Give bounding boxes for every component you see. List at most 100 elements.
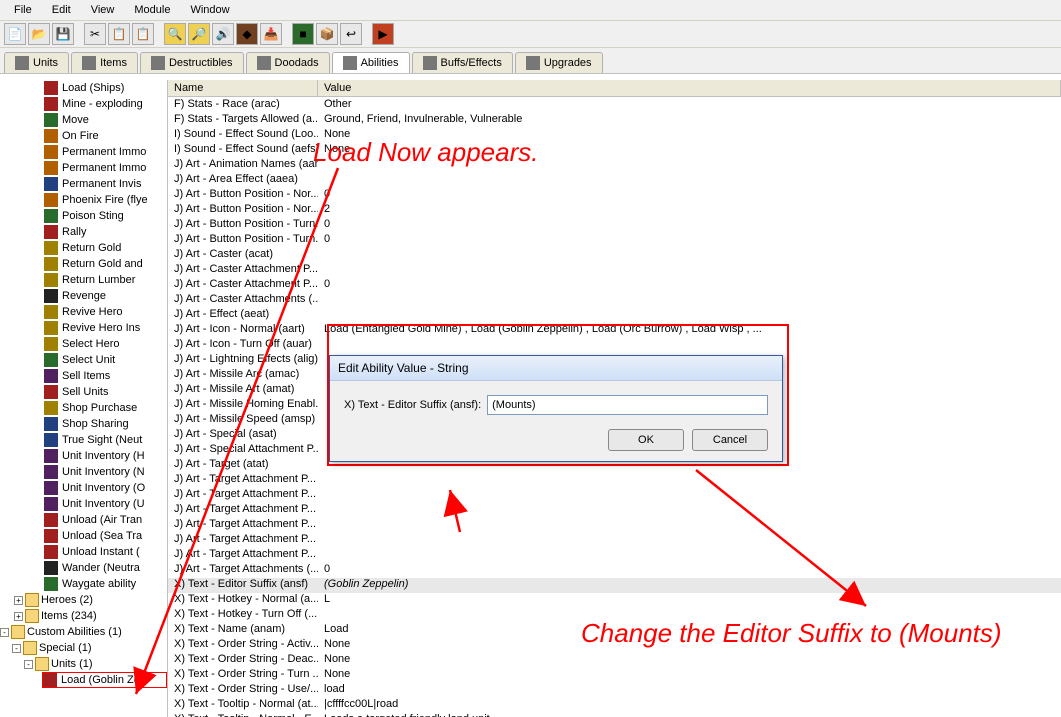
tree-item[interactable]: Revive Hero Ins <box>44 320 167 336</box>
tree-item[interactable]: Shop Sharing <box>44 416 167 432</box>
tree-item[interactable]: Select Unit <box>44 352 167 368</box>
tree-item[interactable]: Revive Hero <box>44 304 167 320</box>
tree-item[interactable]: Unit Inventory (H <box>44 448 167 464</box>
grid-row[interactable]: J) Art - Caster Attachments (... <box>168 293 1061 308</box>
grid-row[interactable]: J) Art - Target Attachment P... <box>168 473 1061 488</box>
terrain-icon[interactable]: ■ <box>292 23 314 45</box>
editor-suffix-input[interactable] <box>487 395 768 415</box>
tree-item[interactable]: Wander (Neutra <box>44 560 167 576</box>
grid-row[interactable]: J) Art - Icon - Normal (aart)Load (Entan… <box>168 323 1061 338</box>
grid-row[interactable]: I) Sound - Effect Sound (aefs)None <box>168 143 1061 158</box>
grid-row[interactable]: J) Art - Target Attachment P... <box>168 533 1061 548</box>
tree-item[interactable]: Unload (Air Tran <box>44 512 167 528</box>
tree-folder[interactable]: +Items (234) <box>14 608 167 624</box>
tree-item[interactable]: Unit Inventory (U <box>44 496 167 512</box>
grid-row[interactable]: J) Art - Area Effect (aaea) <box>168 173 1061 188</box>
tree-item[interactable]: Permanent Immo <box>44 144 167 160</box>
grid-row[interactable]: J) Art - Button Position - Nor...2 <box>168 203 1061 218</box>
tree-item[interactable]: Sell Items <box>44 368 167 384</box>
tab-abilities[interactable]: Abilities <box>332 52 410 73</box>
grid-row[interactable]: J) Art - Target Attachment P... <box>168 548 1061 563</box>
grid-row[interactable]: X) Text - Order String - Use/...load <box>168 683 1061 698</box>
tab-units[interactable]: Units <box>4 52 69 73</box>
tree-item[interactable]: Return Gold and <box>44 256 167 272</box>
save-icon[interactable]: 💾 <box>52 23 74 45</box>
find-next-icon[interactable]: 🔎 <box>188 23 210 45</box>
tree-item[interactable]: Unload Instant ( <box>44 544 167 560</box>
tree-item[interactable]: Unload (Sea Tra <box>44 528 167 544</box>
grid-row[interactable]: J) Art - Animation Names (aani) <box>168 158 1061 173</box>
grid-row[interactable]: J) Art - Icon - Turn Off (auar) <box>168 338 1061 353</box>
tree-folder-units[interactable]: -Units (1) <box>24 656 167 672</box>
tree-item-selected[interactable]: Load (Goblin Ze <box>42 672 167 688</box>
expand-icon[interactable]: - <box>12 644 21 653</box>
tree-item[interactable]: Shop Purchase <box>44 400 167 416</box>
tab-upgrades[interactable]: Upgrades <box>515 52 603 73</box>
tree-item[interactable]: On Fire <box>44 128 167 144</box>
tree-item[interactable]: Phoenix Fire (flye <box>44 192 167 208</box>
object-icon[interactable]: ◆ <box>236 23 258 45</box>
model-icon[interactable]: 📦 <box>316 23 338 45</box>
grid-row[interactable]: J) Art - Caster (acat) <box>168 248 1061 263</box>
menu-window[interactable]: Window <box>180 2 239 18</box>
tab-buffs[interactable]: Buffs/Effects <box>412 52 513 73</box>
tree-folder-custom[interactable]: -Custom Abilities (1) <box>0 624 167 640</box>
import-icon[interactable]: 📥 <box>260 23 282 45</box>
menu-view[interactable]: View <box>81 2 125 18</box>
tree-folder[interactable]: +Heroes (2) <box>14 592 167 608</box>
new-icon[interactable]: 📄 <box>4 23 26 45</box>
menu-file[interactable]: File <box>4 2 42 18</box>
tree-item[interactable]: Unit Inventory (N <box>44 464 167 480</box>
menu-module[interactable]: Module <box>124 2 180 18</box>
test-icon[interactable]: ▶ <box>372 23 394 45</box>
ability-tree[interactable]: Load (Ships)Mine - explodingMoveOn FireP… <box>0 80 168 717</box>
grid-row[interactable]: X) Text - Hotkey - Turn Off (... <box>168 608 1061 623</box>
tree-item[interactable]: Permanent Immo <box>44 160 167 176</box>
tree-item[interactable]: Return Gold <box>44 240 167 256</box>
return-icon[interactable]: ↩ <box>340 23 362 45</box>
grid-row[interactable]: X) Text - Order String - Turn ...None <box>168 668 1061 683</box>
tree-item[interactable]: Revenge <box>44 288 167 304</box>
grid-row[interactable]: J) Art - Target Attachments (...0 <box>168 563 1061 578</box>
grid-row[interactable]: J) Art - Button Position - Nor...0 <box>168 188 1061 203</box>
grid-row[interactable]: I) Sound - Effect Sound (Loo...None <box>168 128 1061 143</box>
grid-row[interactable]: X) Text - Tooltip - Normal (at...|cffffc… <box>168 698 1061 713</box>
tree-item[interactable]: Permanent Invis <box>44 176 167 192</box>
copy-icon[interactable]: 📋 <box>108 23 130 45</box>
col-value[interactable]: Value <box>318 80 1061 96</box>
grid-row[interactable]: J) Art - Target Attachment P... <box>168 518 1061 533</box>
grid-row[interactable]: X) Text - Name (anam)Load <box>168 623 1061 638</box>
tree-item[interactable]: Unit Inventory (O <box>44 480 167 496</box>
tree-item[interactable]: Waygate ability <box>44 576 167 592</box>
grid-row[interactable]: J) Art - Target Attachment P... <box>168 503 1061 518</box>
grid-row[interactable]: J) Art - Caster Attachment P... <box>168 263 1061 278</box>
tree-item[interactable]: Mine - exploding <box>44 96 167 112</box>
tree-item[interactable]: Sell Units <box>44 384 167 400</box>
cut-icon[interactable]: ✂ <box>84 23 106 45</box>
tab-items[interactable]: Items <box>71 52 138 73</box>
expand-icon[interactable]: - <box>0 628 9 637</box>
col-name[interactable]: Name <box>168 80 318 96</box>
grid-row[interactable]: J) Art - Caster Attachment P...0 <box>168 278 1061 293</box>
tree-item[interactable]: Load (Ships) <box>44 80 167 96</box>
tree-item[interactable]: Return Lumber <box>44 272 167 288</box>
paste-icon[interactable]: 📋 <box>132 23 154 45</box>
grid-row[interactable]: X) Text - Editor Suffix (ansf)(Goblin Ze… <box>168 578 1061 593</box>
grid-row[interactable]: J) Art - Button Position - Turn...0 <box>168 218 1061 233</box>
grid-row[interactable]: J) Art - Effect (aeat) <box>168 308 1061 323</box>
ok-button[interactable]: OK <box>608 429 684 451</box>
sound-icon[interactable]: 🔊 <box>212 23 234 45</box>
tree-item[interactable]: Select Hero <box>44 336 167 352</box>
grid-row[interactable]: F) Stats - Targets Allowed (a...Ground, … <box>168 113 1061 128</box>
tab-doodads[interactable]: Doodads <box>246 52 330 73</box>
expand-icon[interactable]: + <box>14 612 23 621</box>
grid-row[interactable]: J) Art - Button Position - Turn...0 <box>168 233 1061 248</box>
grid-row[interactable]: X) Text - Hotkey - Normal (a...L <box>168 593 1061 608</box>
grid-row[interactable]: X) Text - Order String - Activ...None <box>168 638 1061 653</box>
find-icon[interactable]: 🔍 <box>164 23 186 45</box>
tree-item[interactable]: Poison Sting <box>44 208 167 224</box>
grid-row[interactable]: F) Stats - Race (arac)Other <box>168 98 1061 113</box>
expand-icon[interactable]: - <box>24 660 33 669</box>
tree-item[interactable]: Rally <box>44 224 167 240</box>
cancel-button[interactable]: Cancel <box>692 429 768 451</box>
